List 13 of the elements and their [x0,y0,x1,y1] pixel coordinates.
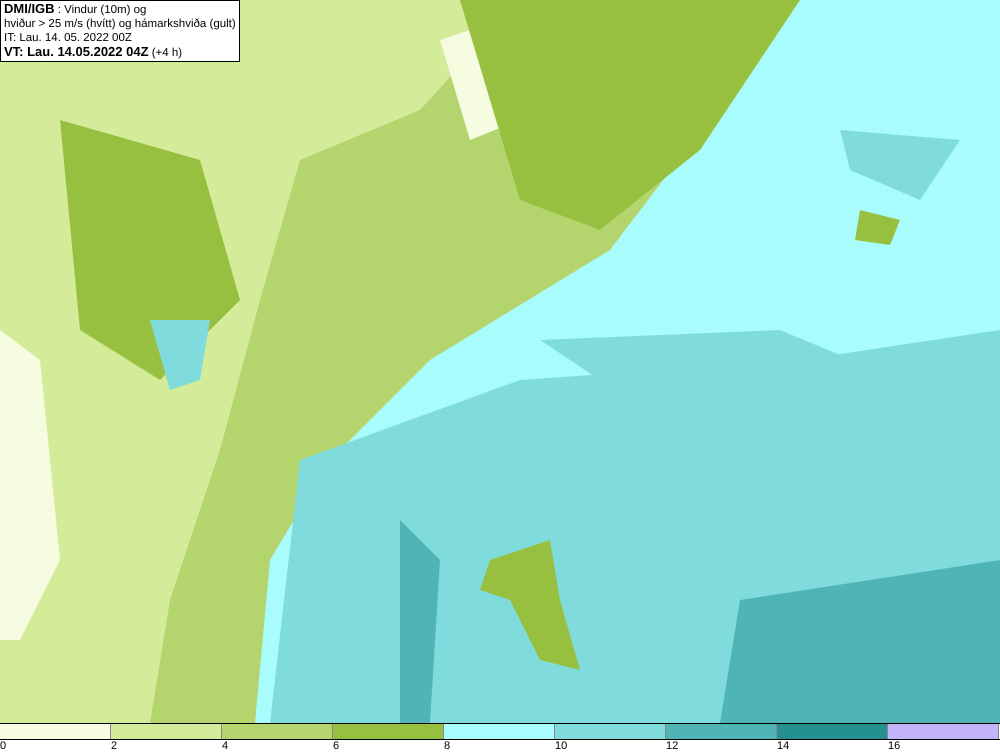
legend-tick-label: 16 [888,740,900,752]
legend-tick-label: 14 [777,740,790,752]
legend-tick-label: 4 [222,740,228,752]
caption-line: DMI/IGB : Vindur (10m) og [4,2,148,17]
legend-tick-label: 6 [333,740,340,752]
caption-line: IT: Lau. 14. 05. 2022 00Z [4,31,133,45]
legend-tick-label: 8 [444,740,450,752]
legend-tick-label: 12 [666,740,678,752]
caption-line: VT: Lau. 14.05.2022 04Z (+4 h) [4,45,184,60]
legend-tick-label: 2 [111,740,118,752]
legend-tick-label: 10 [555,740,568,752]
caption-line: hviður > 25 m/s (hvítt) og hámarkshviða (gult) [4,17,236,31]
legend-tick-label: 0 [0,740,6,752]
